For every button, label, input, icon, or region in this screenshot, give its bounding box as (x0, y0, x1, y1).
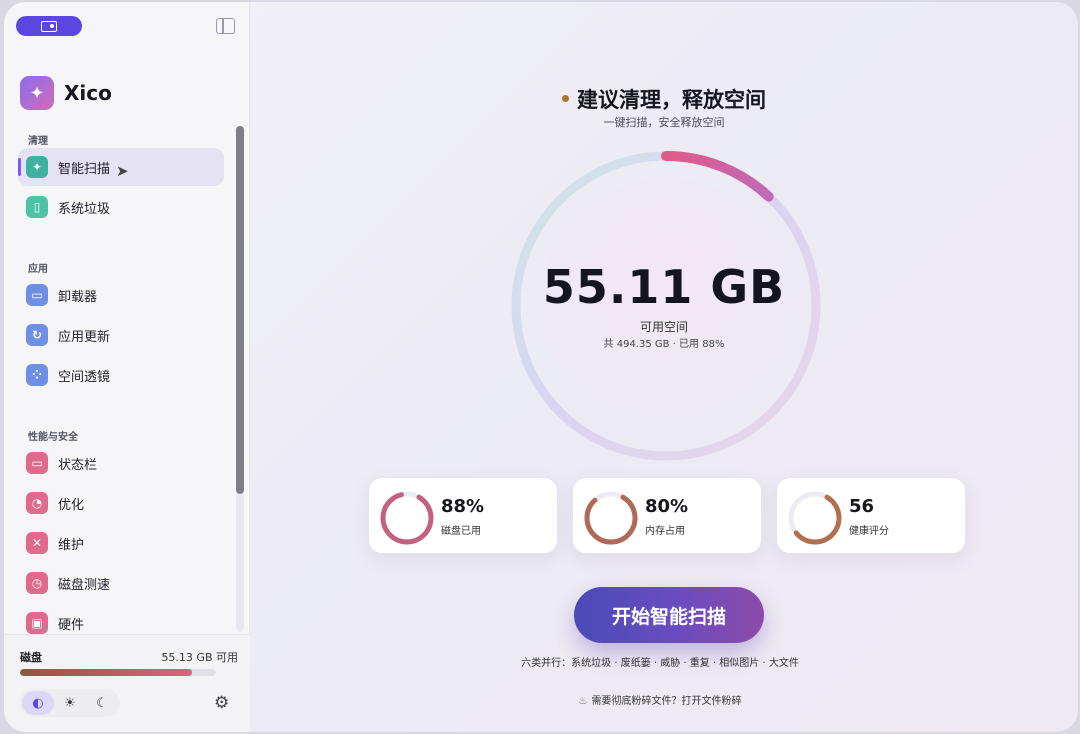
bubbles-icon: ⁘ (26, 364, 48, 386)
app-name: Xico (64, 81, 112, 105)
sidebar-item-label: 系统垃圾 (58, 201, 111, 217)
mouse-cursor-icon: ➤ (116, 162, 129, 180)
flame-icon: ♨ (578, 696, 588, 707)
status-dot-icon (562, 94, 569, 102)
disk-free-space: 55.13 GB 可用 (161, 651, 238, 664)
sidebar-item-disk-speed[interactable]: ◷ 磁盘测速 (18, 564, 224, 602)
disk-total-detail: 共 494.35 GB · 已用 88% (603, 339, 725, 350)
stat-label: 健康评分 (849, 526, 889, 537)
auto-theme-icon[interactable]: ◐ (22, 691, 54, 715)
disk-usage-fill (20, 669, 193, 676)
speedometer-icon: ◷ (26, 572, 48, 594)
disk-usage-gauge (380, 491, 434, 545)
stat-card-health: 56 健康评分 (776, 477, 966, 554)
id-card-icon (41, 20, 57, 32)
app-window: ✦ Xico 清理 应用 性能与安全 ✦ 智能扫描 ▯ 系统垃圾 ▭ 卸载器 ↻… (4, 2, 1078, 732)
sparkle-icon: ✦ (26, 156, 48, 178)
sidebar-item-label: 智能扫描 (58, 161, 111, 177)
brand: ✦ Xico (20, 76, 112, 110)
ring-used-arc (661, 151, 774, 202)
stat-value: 80% (645, 496, 689, 517)
sun-icon[interactable]: ☀ (54, 691, 86, 715)
available-space-value: 55.11 GB (542, 260, 786, 314)
sidebar-item-label: 状态栏 (58, 457, 98, 473)
health-score-gauge (788, 491, 842, 545)
sidebar-item-space-lens[interactable]: ⁘ 空间透镜 (18, 356, 224, 394)
section-label-performance: 性能与安全 (28, 432, 78, 443)
sidebar-item-system-junk[interactable]: ▯ 系统垃圾 (18, 188, 224, 226)
disk-title: 磁盘 (20, 651, 42, 664)
tools-icon: ✕ (26, 532, 48, 554)
headline-text: 建议清理，释放空间 (577, 88, 766, 112)
window-icon: ▭ (26, 452, 48, 474)
box-icon: ▭ (26, 284, 48, 306)
app-logo-icon: ✦ (20, 76, 54, 110)
stat-card-disk: 88% 磁盘已用 (368, 477, 558, 554)
sidebar-item-label: 应用更新 (58, 329, 111, 345)
stat-label: 磁盘已用 (441, 526, 481, 537)
shred-hint[interactable]: ♨ 需要彻底粉碎文件？打开文件粉碎 (242, 692, 1078, 707)
disk-usage-bar (20, 669, 216, 676)
refresh-icon: ↻ (26, 324, 48, 346)
chip-icon: ▣ (26, 612, 48, 634)
sidebar-item-app-updates[interactable]: ↻ 应用更新 (18, 316, 224, 354)
gear-icon[interactable]: ⚙ (214, 693, 229, 713)
sidebar-item-status-bar[interactable]: ▭ 状态栏 (18, 444, 224, 482)
stat-value: 88% (441, 496, 485, 517)
sidebar-item-optimize[interactable]: ◔ 优化 (18, 484, 224, 522)
section-label-clean: 清理 (28, 136, 48, 147)
gauge-icon: ◔ (26, 492, 48, 514)
subline: 一键扫描，安全释放空间 (603, 116, 725, 129)
theme-switcher: ◐ ☀ ☾ (20, 689, 120, 717)
section-label-apps: 应用 (28, 264, 48, 275)
start-smart-scan-button[interactable]: 开始智能扫描 (574, 587, 764, 643)
main-content: 建议清理，释放空间 一键扫描，安全释放空间 55.11 GB 可用空间 共 49… (250, 2, 1078, 732)
stat-card-memory: 80% 内存占用 (572, 477, 762, 554)
sidebar-item-uninstaller[interactable]: ▭ 卸载器 (18, 276, 224, 314)
disk-panel: 磁盘 55.13 GB 可用 ◐ ☀ ☾ ⚙ (4, 634, 250, 732)
sidebar: ✦ Xico 清理 应用 性能与安全 ✦ 智能扫描 ▯ 系统垃圾 ▭ 卸载器 ↻… (4, 2, 250, 732)
available-space-caption: 可用空间 (639, 320, 688, 334)
stat-value: 56 (849, 496, 875, 517)
headline: 建议清理，释放空间 (250, 84, 1078, 114)
sidebar-item-label: 卸载器 (58, 289, 98, 305)
scan-categories: 六类并行：系统垃圾 · 废纸篓 · 威胁 · 重复 · 相似图片 · 大文件 (521, 658, 799, 669)
account-button[interactable] (16, 16, 82, 36)
sidebar-item-maintenance[interactable]: ✕ 维护 (18, 524, 224, 562)
sidebar-scrollbar[interactable] (236, 126, 244, 632)
sidebar-item-label: 磁盘测速 (58, 577, 111, 593)
sidebar-item-label: 硬件 (58, 617, 85, 633)
shred-hint-text: 需要彻底粉碎文件？打开文件粉碎 (591, 696, 742, 707)
sidebar-item-label: 优化 (58, 497, 85, 513)
sidebar-item-label: 维护 (58, 537, 85, 553)
trash-icon: ▯ (26, 196, 48, 218)
memory-usage-gauge (584, 491, 638, 545)
stat-label: 内存占用 (645, 526, 685, 537)
sidebar-item-label: 空间透镜 (58, 369, 111, 385)
sidebar-toggle-icon[interactable] (216, 18, 235, 34)
scrollbar-thumb[interactable] (236, 126, 244, 494)
moon-icon[interactable]: ☾ (86, 691, 118, 715)
